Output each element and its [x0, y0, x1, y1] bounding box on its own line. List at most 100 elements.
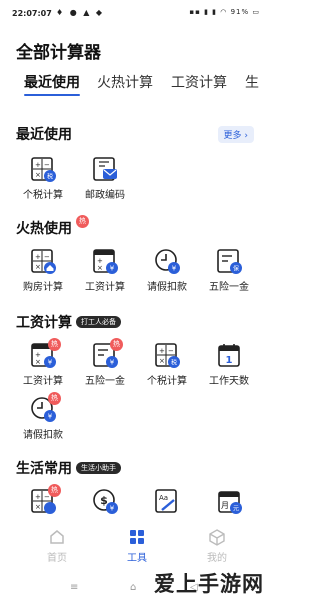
nav-profile-label: 我的: [207, 553, 227, 564]
tab-bar: 最近使用 火热计算 工资计算 生: [0, 70, 274, 96]
svg-text:税: 税: [171, 359, 177, 367]
hot-badge: 热: [48, 338, 61, 351]
clock-deduction-icon: ¥: [154, 248, 180, 274]
hot-badge: 热: [48, 392, 61, 405]
svg-text:−: −: [44, 161, 50, 169]
dollar-coin-icon: $ ¥: [92, 488, 118, 514]
tool-life-3[interactable]: Aa: [139, 488, 195, 514]
status-icons: ▪▪ ▮ ▮ ◠ 91% ▭: [189, 8, 260, 16]
svg-text:元: 元: [233, 506, 239, 513]
tool-life-2[interactable]: $ ¥: [77, 488, 133, 514]
svg-text:×: ×: [35, 503, 41, 511]
tool-label: 购房计算: [23, 282, 63, 293]
svg-text:¥: ¥: [110, 505, 115, 513]
tab-recent[interactable]: 最近使用: [24, 72, 80, 92]
svg-text:¥: ¥: [48, 359, 53, 367]
tool-recent-tax[interactable]: + − × 税 个税计算: [15, 156, 71, 201]
tool-label: 请假扣款: [23, 430, 63, 441]
tool-salary-insurance[interactable]: ¥ 热 五险一金: [77, 338, 133, 387]
svg-text:1: 1: [226, 355, 233, 366]
svg-text:月: 月: [221, 501, 229, 510]
section-title-life: 生活常用 生活小助手: [16, 458, 121, 478]
insurance-icon: 保: [216, 248, 242, 274]
home-icon: [50, 530, 64, 544]
monthly-calendar-icon: 月元: [216, 488, 242, 514]
svg-text:+: +: [35, 161, 41, 169]
svg-text:税: 税: [47, 173, 53, 181]
tool-salary-tax[interactable]: + − × 税 个税计算: [139, 342, 195, 387]
tool-hot-salary[interactable]: + × ¥ 工资计算: [77, 248, 133, 293]
svg-text:+: +: [159, 347, 165, 355]
tool-label: 工资计算: [85, 282, 125, 293]
battery-level: 91%: [230, 8, 250, 16]
chevron-right-icon: ›: [244, 131, 248, 141]
cube-icon: [209, 529, 225, 546]
section-badge: 生活小助手: [76, 462, 121, 474]
svg-text:保: 保: [233, 265, 239, 273]
house-calculator-icon: + − ×: [30, 248, 56, 274]
svg-text:Aa: Aa: [159, 494, 168, 502]
nav-tools-label: 工具: [127, 553, 147, 564]
svg-text:$: $: [100, 494, 108, 507]
svg-text:¥: ¥: [48, 413, 53, 421]
svg-text:+: +: [35, 253, 41, 261]
postcode-envelope-icon: [92, 156, 118, 182]
tool-salary-salary[interactable]: + × ¥ 热 工资计算: [15, 338, 71, 387]
tool-salary-leave[interactable]: ¥ 热 请假扣款: [15, 392, 71, 441]
insurance-icon: ¥ 热: [92, 338, 123, 368]
section-title-hot: 火热使用: [16, 221, 72, 237]
svg-text:×: ×: [35, 358, 41, 366]
svg-text:×: ×: [35, 263, 41, 271]
tab-hot[interactable]: 火热计算: [97, 72, 153, 92]
tool-label: 工作天数: [209, 376, 249, 387]
svg-text:−: −: [168, 347, 174, 355]
hot-badge: 热: [48, 484, 61, 497]
notification-icons: ♦ ● ▲ ◆: [56, 8, 105, 17]
hot-badge: 热: [76, 215, 89, 228]
hot-badge: 热: [110, 338, 123, 351]
tool-hot-leave[interactable]: ¥ 请假扣款: [139, 248, 195, 293]
calendar-icon: 1: [216, 342, 242, 368]
clock: 22:07:07: [12, 9, 52, 18]
nav-profile[interactable]: 我的: [187, 528, 247, 564]
tool-life-4[interactable]: 月元: [201, 488, 257, 514]
home-key-icon[interactable]: ⌂: [130, 582, 136, 593]
svg-text:+: +: [35, 493, 41, 501]
tool-recent-postcode[interactable]: 邮政编码: [77, 156, 133, 201]
section-title-recent: 最近使用: [16, 127, 72, 143]
svg-text:×: ×: [159, 357, 165, 365]
svg-text:¥: ¥: [110, 265, 115, 273]
tool-label: 个税计算: [23, 190, 63, 201]
tool-label: 个税计算: [147, 376, 187, 387]
status-bar: 22:07:07 ♦ ● ▲ ◆ ▪▪ ▮ ▮ ◠ 91% ▭: [0, 0, 274, 30]
svg-text:−: −: [44, 253, 50, 261]
tab-salary[interactable]: 工资计算: [171, 72, 227, 92]
nav-tools[interactable]: 工具: [107, 528, 167, 564]
section-salary-label: 工资计算: [16, 315, 72, 331]
tab-life[interactable]: 生: [245, 72, 259, 92]
salary-calculator-icon: + × ¥: [92, 248, 118, 274]
menu-icon[interactable]: ≡: [70, 582, 78, 593]
salary-calculator-icon: + × ¥ 热: [30, 338, 61, 368]
active-tab-indicator: [24, 94, 80, 96]
tool-label: 工资计算: [23, 376, 63, 387]
tool-label: 邮政编码: [85, 190, 125, 201]
tool-hot-insurance[interactable]: 保 五险一金: [201, 248, 257, 293]
unit-convert-icon: Aa: [154, 488, 180, 514]
tool-hot-house[interactable]: + − × 购房计算: [15, 248, 71, 293]
more-button[interactable]: 更多 ›: [217, 126, 254, 143]
svg-text:¥: ¥: [172, 265, 177, 273]
tool-salary-workdays[interactable]: 1 工作天数: [201, 342, 257, 387]
page-title: 全部计算器: [16, 43, 101, 63]
tool-life-1[interactable]: + − × 热: [15, 484, 71, 514]
tool-label: 五险一金: [209, 282, 249, 293]
watermark: 爱上手游网: [154, 572, 264, 596]
bottom-nav: 首页 工具 我的: [0, 520, 274, 566]
nav-home-label: 首页: [47, 553, 67, 564]
grid-icon: [130, 530, 144, 544]
section-title-salary: 工资计算 打工人必备: [16, 312, 121, 332]
calculator-icon: + − × 热: [30, 484, 61, 514]
tool-label: 五险一金: [85, 376, 125, 387]
svg-text:¥: ¥: [110, 359, 115, 367]
nav-home[interactable]: 首页: [27, 528, 87, 564]
